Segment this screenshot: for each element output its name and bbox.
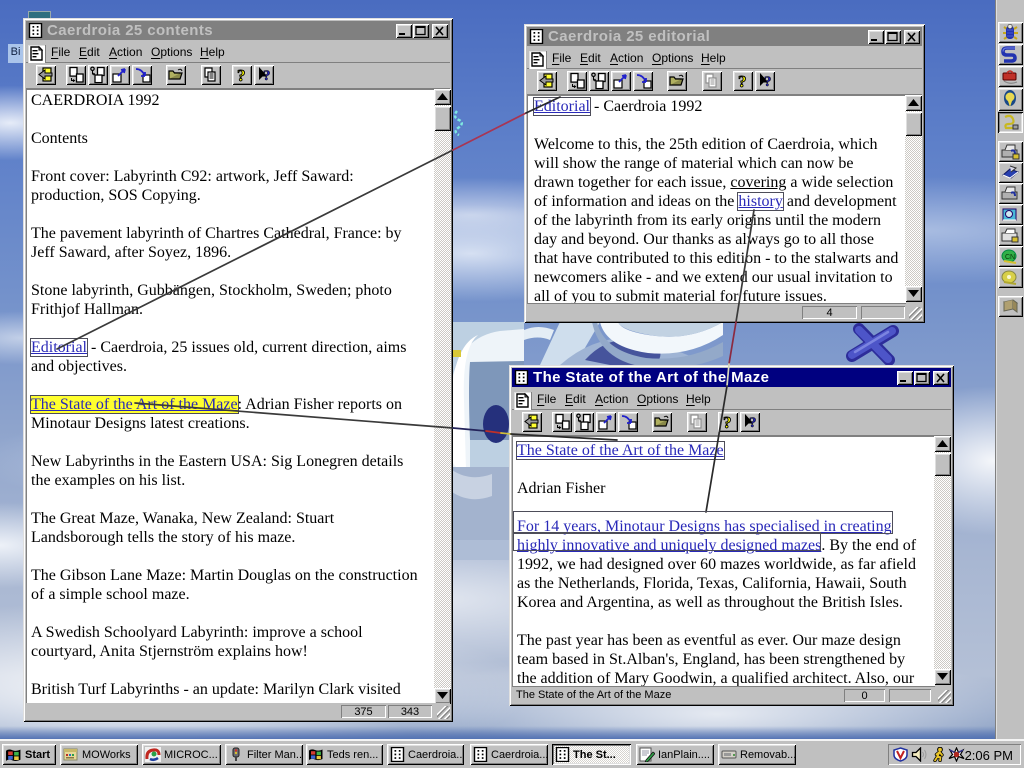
svg-text:CN: CN bbox=[1005, 254, 1015, 261]
